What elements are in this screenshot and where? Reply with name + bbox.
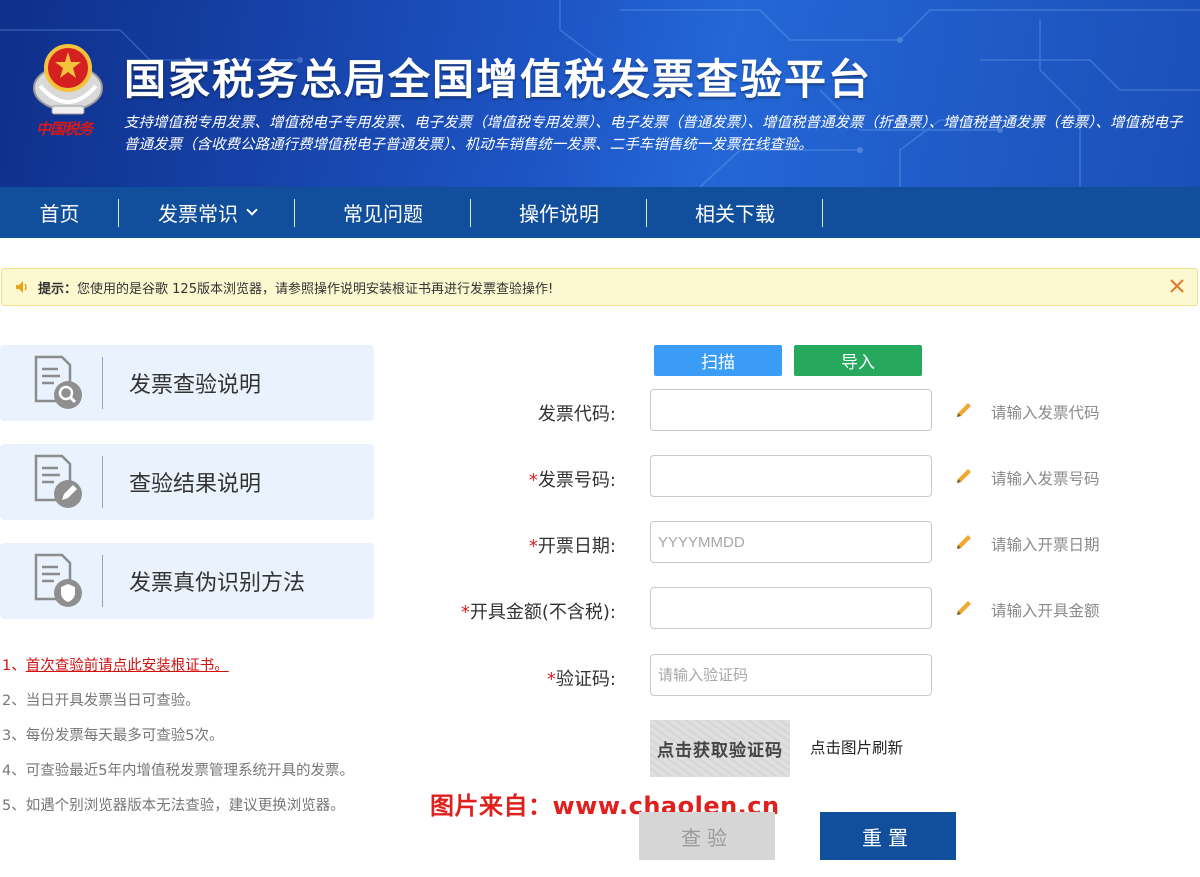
invoice-amount-label: *开具金额(不含税): bbox=[416, 598, 616, 624]
invoice-amount-label-text: 开具金额(不含税): bbox=[469, 602, 616, 623]
invoice-code-label-text: 发票代码: bbox=[537, 404, 616, 425]
invoice-date-input[interactable] bbox=[650, 521, 932, 563]
close-icon[interactable] bbox=[1167, 276, 1187, 296]
nav-divider bbox=[822, 199, 823, 227]
reset-button[interactable]: 重置 bbox=[820, 812, 956, 860]
captcha-image[interactable]: 点击获取验证码 bbox=[650, 720, 790, 777]
document-edit-icon bbox=[34, 454, 82, 508]
pencil-icon bbox=[957, 601, 971, 615]
captcha-refresh-text[interactable]: 点击图片刷新 bbox=[810, 736, 903, 758]
nav-instructions-label: 操作说明 bbox=[519, 202, 599, 226]
tip-item: 4、可查验最近5年内增值税发票管理系统开具的发票。 bbox=[2, 763, 354, 779]
card-authenticity-guide-label: 发票真伪识别方法 bbox=[129, 571, 306, 596]
document-search-icon bbox=[34, 355, 82, 409]
captcha-label: *验证码: bbox=[416, 665, 616, 691]
tip-item: 1、首次查验前请点此安装根证书。 bbox=[2, 655, 422, 690]
required-mark: * bbox=[460, 602, 470, 623]
tax-seal-text: 中国税务 bbox=[36, 120, 93, 138]
invoice-number-hint: 请输入发票号码 bbox=[991, 470, 1100, 488]
invoice-date-label: *开票日期: bbox=[416, 532, 616, 558]
nav-faq-label: 常见问题 bbox=[343, 202, 423, 226]
check-button[interactable]: 查验 bbox=[639, 812, 775, 860]
site-title: 国家税务总局全国增值税发票查验平台 bbox=[124, 55, 873, 104]
install-cert-link[interactable]: 首次查验前请点此安装根证书。 bbox=[26, 658, 229, 674]
required-mark: * bbox=[528, 536, 538, 557]
invoice-amount-hint: 请输入开具金额 bbox=[991, 602, 1100, 620]
pencil-icon bbox=[957, 535, 971, 549]
browser-notice: 提示： 您使用的是谷歌 125版本浏览器，请参照操作说明安装根证书再进行发票查验… bbox=[1, 268, 1198, 306]
invoice-amount-input[interactable] bbox=[650, 587, 932, 629]
site-description: 支持增值税专用发票、增值税电子专用发票、电子发票（增值税专用发票）、电子发票（普… bbox=[124, 115, 1183, 153]
invoice-number-label-text: 发票号码: bbox=[537, 470, 616, 491]
tip-item: 3、每份发票每天最多可查验5次。 bbox=[2, 728, 224, 744]
tip-item: 2、当日开具发票当日可查验。 bbox=[2, 693, 200, 709]
main-nav: 首页 发票常识 常见问题 操作说明 相关下载 bbox=[0, 187, 1200, 238]
card-divider bbox=[102, 357, 103, 409]
invoice-date-label-text: 开票日期: bbox=[537, 536, 616, 557]
card-authenticity-guide[interactable]: 发票真伪识别方法 bbox=[0, 543, 374, 619]
required-mark: * bbox=[546, 669, 556, 690]
invoice-number-input[interactable] bbox=[650, 455, 932, 497]
invoice-code-label: 发票代码: bbox=[416, 400, 616, 426]
nav-invoice-knowledge-label: 发票常识 bbox=[158, 202, 238, 226]
tip-number: 1、 bbox=[2, 658, 26, 674]
speaker-icon bbox=[16, 281, 27, 293]
import-button[interactable]: 导入 bbox=[794, 345, 922, 376]
card-verify-guide-label: 发票查验说明 bbox=[129, 373, 262, 398]
pencil-icon bbox=[957, 403, 971, 417]
card-divider bbox=[102, 456, 103, 508]
pencil-icon bbox=[957, 469, 971, 483]
card-result-guide-label: 查验结果说明 bbox=[129, 472, 262, 497]
captcha-label-text: 验证码: bbox=[555, 669, 616, 690]
header-banner: 中国税务 国家税务总局全国增值税发票查验平台 支持增值税专用发票、增值税电子专用… bbox=[0, 0, 1200, 187]
card-result-guide[interactable]: 查验结果说明 bbox=[0, 444, 374, 520]
nav-downloads-label: 相关下载 bbox=[695, 202, 775, 226]
tip-item: 5、如遇个别浏览器版本无法查验，建议更换浏览器。 bbox=[2, 798, 345, 814]
scan-button[interactable]: 扫描 bbox=[654, 345, 782, 376]
nav-home[interactable]: 首页 bbox=[0, 187, 119, 238]
invoice-number-label: *发票号码: bbox=[416, 466, 616, 492]
card-verify-guide[interactable]: 发票查验说明 bbox=[0, 345, 374, 421]
tips-list: 1、首次查验前请点此安装根证书。 2、当日开具发票当日可查验。 3、每份发票每天… bbox=[2, 655, 422, 830]
invoice-date-hint: 请输入开票日期 bbox=[991, 536, 1100, 554]
card-divider bbox=[102, 555, 103, 607]
notice-prefix: 提示： bbox=[38, 281, 78, 297]
document-shield-icon bbox=[34, 553, 82, 607]
nav-faq[interactable]: 常见问题 bbox=[295, 187, 471, 238]
captcha-input[interactable] bbox=[650, 654, 932, 696]
chevron-down-icon bbox=[246, 203, 258, 216]
nav-home-label: 首页 bbox=[39, 202, 80, 226]
invoice-code-input[interactable] bbox=[650, 389, 932, 431]
required-mark: * bbox=[528, 470, 538, 491]
nav-instructions[interactable]: 操作说明 bbox=[471, 187, 647, 238]
nav-downloads[interactable]: 相关下载 bbox=[647, 187, 823, 238]
notice-text: 您使用的是谷歌 125版本浏览器，请参照操作说明安装根证书再进行发票查验操作! bbox=[77, 281, 554, 297]
invoice-code-hint: 请输入发票代码 bbox=[991, 404, 1100, 422]
nav-invoice-knowledge[interactable]: 发票常识 bbox=[119, 187, 295, 238]
tax-emblem-icon bbox=[33, 44, 103, 115]
